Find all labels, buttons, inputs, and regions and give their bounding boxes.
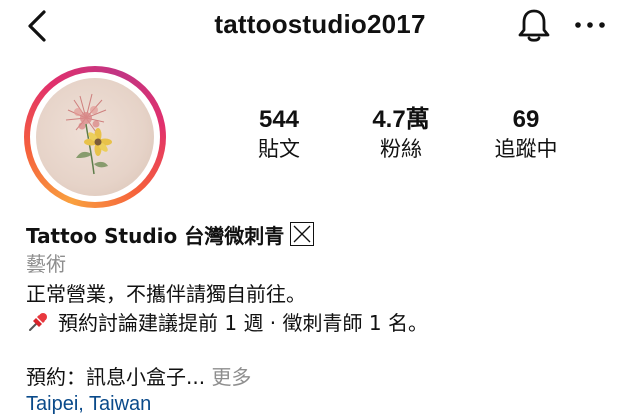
posts-stat[interactable]: 544 貼文 (224, 106, 334, 162)
following-label: 追蹤中 (494, 137, 558, 161)
profile-name: Tattoo Studio 台灣微刺青 (26, 222, 315, 249)
bio-line-3-text: 預約：訊息小盒子... (26, 365, 206, 389)
bell-icon (518, 9, 550, 42)
bio-line-2-text: 預約討論建議提前 1 週 · 徵刺青師 1 名。 (58, 311, 428, 335)
more-options-button[interactable] (570, 8, 610, 42)
followers-label: 粉絲 (380, 137, 422, 161)
posts-count: 544 (258, 106, 300, 133)
posts-label: 貼文 (258, 137, 300, 161)
boxed-x-icon (290, 222, 315, 246)
more-horizontal-icon (575, 22, 605, 28)
bio-line-2: 預約討論建議提前 1 週 · 徵刺青師 1 名。 (26, 310, 428, 336)
followers-stat[interactable]: 4.7萬 粉絲 (346, 106, 456, 162)
pushpin-icon (26, 310, 50, 334)
followers-count: 4.7萬 (372, 106, 430, 133)
more-link[interactable]: 更多 (211, 365, 251, 389)
bio-line-1: 正常營業，不攜伴請獨自前往。 (26, 282, 306, 306)
following-count: 69 (512, 106, 540, 133)
bio-line-3: 預約：訊息小盒子... 更多 (26, 364, 251, 390)
location-link[interactable]: Taipei, Taiwan (26, 391, 151, 417)
avatar[interactable] (24, 66, 166, 208)
following-stat[interactable]: 69 追蹤中 (471, 106, 581, 162)
profile-name-text: Tattoo Studio 台灣微刺青 (26, 224, 285, 248)
flower-tattoo-avatar (36, 78, 154, 196)
flower-tattoo-image (65, 93, 112, 175)
notifications-button[interactable] (514, 5, 554, 45)
top-bar: tattoostudio2017 (0, 0, 640, 52)
profile-category: 藝術 (26, 252, 66, 276)
